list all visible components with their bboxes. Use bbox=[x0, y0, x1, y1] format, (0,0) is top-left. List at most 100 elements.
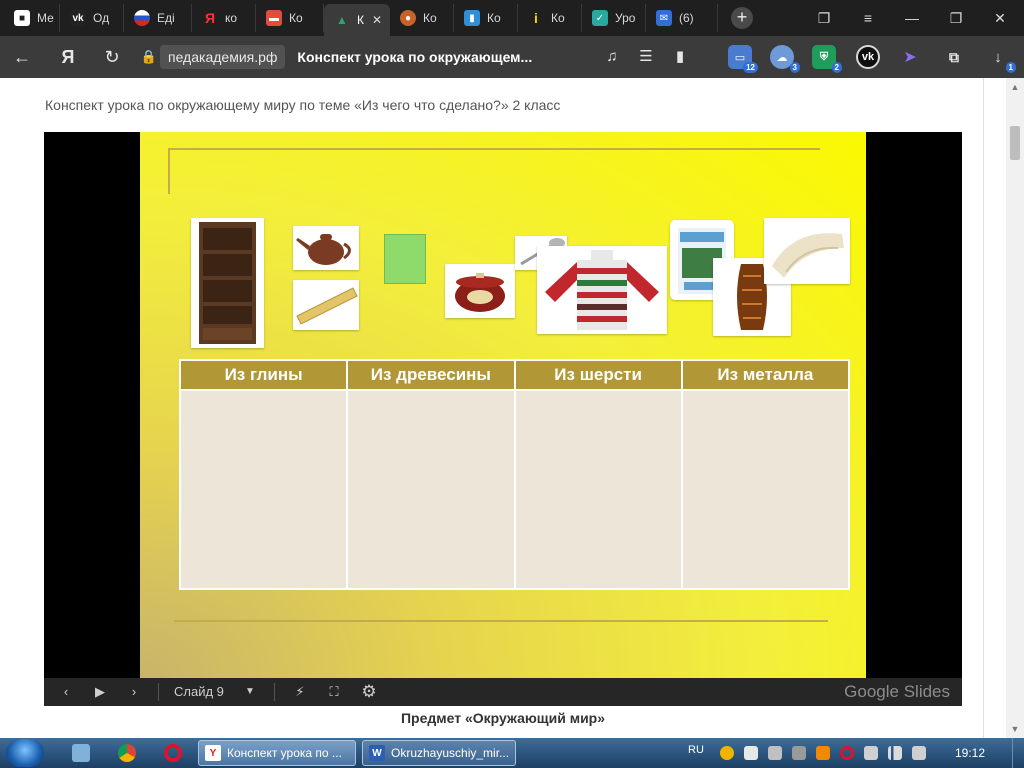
taskbar-item-word[interactable]: W Okruzhayuschiy_mir... bbox=[362, 740, 516, 766]
gear-icon[interactable]: ⚙ bbox=[358, 682, 380, 702]
tray-volume-icon[interactable] bbox=[912, 746, 926, 760]
drop-cell-wood[interactable] bbox=[348, 391, 514, 588]
calculator-icon[interactable] bbox=[72, 744, 90, 762]
tab-label: Уро bbox=[615, 11, 636, 25]
download-icon[interactable]: ↓ 1 bbox=[986, 45, 1016, 73]
navigation-bar: ← Я ↻ 🔒 педакадемия.рф Конспект урока по… bbox=[0, 36, 1024, 78]
tab-1[interactable]: ■ Ме bbox=[4, 4, 60, 32]
tray-signal-icon[interactable] bbox=[888, 746, 902, 760]
drop-cell-wool[interactable] bbox=[515, 391, 681, 588]
tab-11[interactable]: ✉ (6) bbox=[646, 4, 718, 32]
tray-mute-icon[interactable] bbox=[864, 746, 878, 760]
maximize-button[interactable]: ❐ bbox=[944, 6, 968, 30]
puzzle-icon[interactable]: ⧉ bbox=[942, 45, 966, 69]
scarf-image[interactable] bbox=[764, 218, 850, 284]
menu-icon[interactable]: ≡ bbox=[856, 6, 880, 30]
reload-button[interactable]: ↻ bbox=[100, 45, 124, 69]
tabs-menu-icon[interactable]: ❐ bbox=[812, 6, 836, 30]
tab-active[interactable]: ▲ К ✕ bbox=[324, 4, 390, 36]
play-button[interactable]: ▶ bbox=[90, 682, 110, 702]
cursor-icon[interactable]: ➤ bbox=[898, 45, 922, 69]
yandex-icon: Y bbox=[205, 745, 221, 761]
yandex-icon: Я bbox=[204, 10, 216, 26]
column-header-wood: Из древесины bbox=[348, 361, 514, 389]
toolbar-divider bbox=[274, 683, 275, 701]
taskbar-item-label: Okruzhayuschiy_mir... bbox=[391, 746, 510, 760]
shield-icon[interactable]: ⛨ 2 bbox=[812, 45, 842, 73]
badge: 2 bbox=[831, 62, 842, 73]
minimize-button[interactable]: — bbox=[900, 6, 924, 30]
tab-5[interactable]: ▬ Ко bbox=[256, 4, 324, 32]
column-header-wool: Из шерсти bbox=[515, 361, 681, 389]
pot-image[interactable] bbox=[445, 264, 515, 318]
slide-number-label[interactable]: Слайд 9 bbox=[174, 682, 234, 702]
chevron-down-icon[interactable]: ▼ bbox=[242, 682, 258, 702]
tray-ok-icon[interactable] bbox=[816, 746, 830, 760]
new-tab-button[interactable]: + bbox=[731, 7, 753, 29]
folder-icon: ▬ bbox=[266, 10, 282, 26]
slides-embed[interactable]: Из глины Из древесины Из шерсти Из метал… bbox=[44, 132, 962, 706]
ruler-image[interactable] bbox=[293, 280, 359, 330]
scroll-down-arrow[interactable]: ▼ bbox=[1006, 720, 1024, 738]
language-indicator[interactable]: RU bbox=[688, 744, 704, 756]
tray-monitor-icon[interactable] bbox=[792, 746, 806, 760]
word-icon: W bbox=[369, 745, 385, 761]
scroll-thumb[interactable] bbox=[1010, 126, 1020, 160]
tray-10-icon[interactable] bbox=[744, 746, 758, 760]
web-page: Конспект урока по окружающему миру по те… bbox=[0, 78, 1006, 738]
bookmark-icon[interactable]: ▮ bbox=[668, 45, 692, 69]
deco-line-bottom bbox=[174, 620, 828, 622]
close-window-button[interactable]: ✕ bbox=[988, 6, 1012, 30]
cards-icon[interactable]: ▭ 12 bbox=[728, 45, 758, 73]
tray-wifi-off-icon[interactable] bbox=[768, 746, 782, 760]
teapot-image[interactable] bbox=[293, 226, 359, 270]
yandex-home-button[interactable]: Я bbox=[56, 45, 80, 69]
tab-7[interactable]: ● Ко bbox=[390, 4, 454, 32]
sweater-image[interactable] bbox=[537, 246, 667, 334]
tab-label: ко bbox=[225, 11, 238, 25]
vk-icon[interactable]: vk bbox=[856, 45, 880, 69]
tab-9[interactable]: i Ко bbox=[518, 4, 582, 32]
opera-icon[interactable] bbox=[164, 744, 182, 762]
reader-icon[interactable]: ☰ bbox=[634, 45, 658, 69]
tab-10[interactable]: ✓ Уро bbox=[582, 4, 646, 32]
start-button[interactable] bbox=[6, 739, 44, 767]
address-bar[interactable]: 🔒 педакадемия.рф Конспект урока по окруж… bbox=[138, 42, 578, 72]
tab-label: Ко bbox=[487, 11, 501, 25]
tab-8[interactable]: ▮ Ко bbox=[454, 4, 518, 32]
next-slide-button[interactable]: › bbox=[124, 682, 144, 702]
tab-4[interactable]: Я ко bbox=[192, 4, 256, 32]
tray-flower-icon[interactable] bbox=[720, 746, 734, 760]
headphones-icon[interactable]: ♫ bbox=[600, 45, 624, 69]
clock[interactable]: 19:12 bbox=[944, 746, 996, 760]
info-icon: i bbox=[534, 10, 538, 26]
pot-icon bbox=[455, 273, 505, 312]
back-button[interactable]: ← bbox=[10, 45, 34, 69]
show-desktop-button[interactable] bbox=[1012, 738, 1024, 768]
lock-icon: 🔒 bbox=[140, 49, 158, 64]
previous-slide-button[interactable]: ‹ bbox=[56, 682, 76, 702]
deco-line-left bbox=[168, 148, 170, 194]
taskbar-item-browser[interactable]: Y Конспект урока по ... bbox=[198, 740, 356, 766]
bookcase-image[interactable] bbox=[191, 218, 264, 348]
drop-cell-metal[interactable] bbox=[682, 391, 848, 588]
slides-toolbar: ‹ ▶ › Слайд 9 ▼ ⚡ ⛶ ⚙ Google Slides bbox=[44, 678, 962, 706]
cloud-icon[interactable]: ☁ 3 bbox=[770, 45, 800, 73]
chrome-icon[interactable] bbox=[118, 744, 136, 762]
scroll-up-arrow[interactable]: ▲ bbox=[1006, 78, 1024, 96]
tray-opera-icon[interactable] bbox=[840, 746, 854, 760]
close-tab-icon[interactable]: ✕ bbox=[372, 13, 382, 27]
teapot-icon bbox=[296, 234, 351, 265]
laser-pointer-icon[interactable]: ⚡ bbox=[290, 682, 310, 702]
green-book-image[interactable] bbox=[384, 234, 426, 284]
toolbar-divider bbox=[158, 683, 159, 701]
tab-2[interactable]: vk Од bbox=[60, 4, 124, 32]
subject-heading: Предмет «Окружающий мир» bbox=[400, 710, 606, 726]
fullscreen-icon[interactable]: ⛶ bbox=[324, 682, 344, 702]
badge: 3 bbox=[789, 62, 800, 73]
address-domain[interactable]: педакадемия.рф bbox=[160, 45, 286, 69]
tab-3[interactable]: Еді bbox=[124, 4, 192, 32]
drop-cell-clay[interactable] bbox=[181, 391, 347, 588]
vk-icon: vk bbox=[70, 10, 86, 26]
page-scrollbar[interactable]: ▲ ▼ bbox=[1006, 78, 1024, 738]
